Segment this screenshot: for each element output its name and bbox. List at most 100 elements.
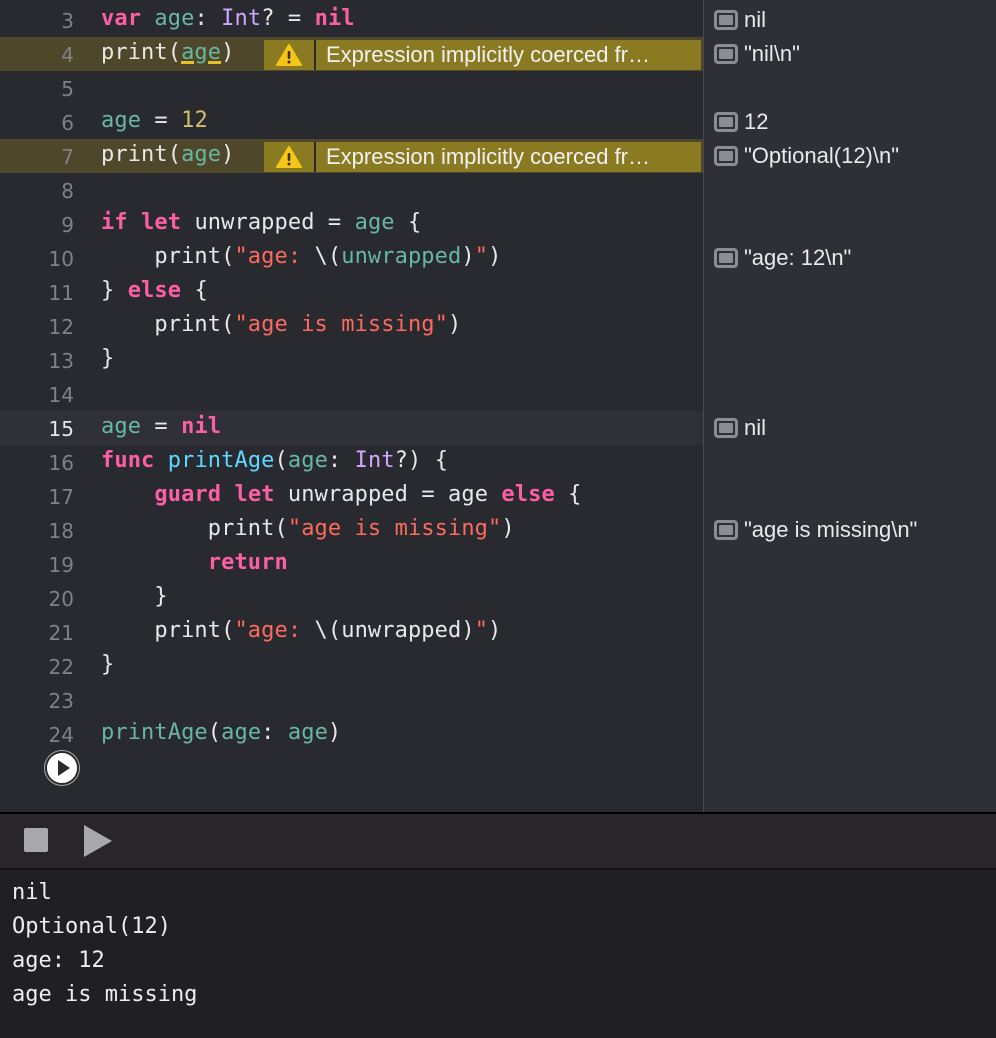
code-token: age [181,40,222,65]
line-number: 16 [48,451,74,475]
line-number: 12 [48,315,74,339]
code-line[interactable]: 17 guard let unwrapped = age else { [0,479,703,513]
line-number: 7 [61,145,74,169]
code-line[interactable]: 18 print("age is missing") [0,513,703,547]
code-line[interactable]: 3 var age: Int? = nil [0,3,703,37]
warning-banner[interactable]: Expression implicitly coerced fr… [264,142,701,172]
results-sidebar: nil "nil\n" 12 "Optional(12)\n" "age: 12\n" n… [703,0,996,812]
code-line[interactable]: 10 print("age: \(unwrapped)") [0,241,703,275]
result-item[interactable]: "Optional(12)\n" [714,141,899,171]
code-text[interactable]: print(age) [101,40,234,65]
code-text[interactable]: } [101,584,168,609]
code-text[interactable]: print("age: \(unwrapped)") [101,618,501,643]
code-token: nil [314,6,355,31]
line-number: 15 [48,417,74,441]
code-token: func [101,448,155,473]
code-text[interactable]: if let unwrapped = age { [101,210,421,235]
code-line[interactable]: 7 print(age) Expression implicitly coerced… [0,139,703,173]
code-line[interactable]: 21 print("age: \(unwrapped)") [0,615,703,649]
code-text[interactable]: print("age is missing") [101,312,461,337]
code-line[interactable]: 24 printAge(age: age) [0,717,703,751]
code-line[interactable]: 16 func printAge(age: Int?) { [0,445,703,479]
code-line[interactable]: 5 [0,71,703,105]
code-token: age [221,720,262,745]
code-token: print( [101,618,235,643]
code-token: ) [221,40,235,65]
result-item[interactable]: 12 [714,107,768,137]
code-token: ) [501,516,515,541]
code-text[interactable]: func printAge(age: Int?) { [101,448,448,473]
result-item[interactable]: nil [714,5,766,35]
code-line[interactable]: 14 [0,377,703,411]
result-item[interactable]: nil [714,413,766,443]
code-line[interactable]: 6 age = 12 [0,105,703,139]
quick-look-icon[interactable] [714,418,738,438]
code-text[interactable]: print("age is missing") [101,516,515,541]
code-token: else [501,482,555,507]
quick-look-icon[interactable] [714,10,738,30]
code-line[interactable]: 13} [0,343,703,377]
warning-banner[interactable]: Expression implicitly coerced fr… [264,40,701,70]
code-text[interactable]: } else { [101,278,208,303]
stop-icon[interactable] [24,828,48,852]
code-text[interactable]: age = nil [101,414,221,439]
result-item[interactable]: "age is missing\n" [714,515,917,545]
warning-message: Expression implicitly coerced fr… [326,144,650,169]
code-token: print( [101,142,182,167]
code-line[interactable]: 15 age = nil [0,411,703,445]
line-number: 21 [48,621,74,645]
code-token: "age is missing" [234,312,448,337]
play-icon[interactable] [84,825,112,857]
result-value: "nil\n" [744,41,800,66]
quick-look-icon[interactable] [714,520,738,540]
quick-look-icon[interactable] [714,248,738,268]
result-item[interactable]: "nil\n" [714,39,800,69]
warning-triangle-icon[interactable] [264,142,316,172]
code-text[interactable]: printAge(age: age) [101,720,341,745]
line-number: 19 [48,553,74,577]
playground-window: 3 var age: Int? = nil 4 print(age) Expressio… [0,0,996,1038]
debug-toolbar [0,814,996,870]
code-text[interactable]: } [101,652,114,677]
code-token: guard [154,482,222,507]
quick-look-icon[interactable] [714,112,738,132]
quick-look-icon[interactable] [714,44,738,64]
code-token: print( [101,516,288,541]
quick-look-icon[interactable] [714,146,738,166]
code-line[interactable]: 19 return [0,547,703,581]
code-text[interactable]: guard let unwrapped = age else { [101,482,582,507]
code-line[interactable]: 23 [0,683,703,717]
code-token: nil [181,414,222,439]
code-text[interactable]: } [101,346,114,371]
line-number: 10 [48,247,74,271]
code-token: return [207,550,288,575]
code-token: print( [101,244,235,269]
code-token: ( [274,448,288,473]
code-text[interactable]: print("age: \(unwrapped)") [101,244,501,269]
code-line[interactable]: 4 print(age) Expression implicitly coerced… [0,37,703,71]
line-number: 8 [61,179,74,203]
code-line[interactable]: 9 if let unwrapped = age { [0,207,703,241]
code-editor[interactable]: 3 var age: Int? = nil 4 print(age) Expressio… [0,0,703,812]
run-gutter-icon[interactable] [45,751,79,785]
code-line[interactable]: 12 print("age is missing") [0,309,703,343]
code-token: print( [101,40,182,65]
result-value: "age is missing\n" [744,517,918,542]
code-line[interactable]: 20 } [0,581,703,615]
warning-triangle-icon[interactable] [264,40,316,70]
code-line[interactable]: 8 [0,173,703,207]
code-text[interactable]: return [101,550,288,575]
line-number: 14 [48,383,74,407]
code-text[interactable]: age = 12 [101,108,208,133]
result-value: "age: 12\n" [744,245,852,270]
line-number: 9 [61,213,74,237]
result-item[interactable]: "age: 12\n" [714,243,851,273]
code-line[interactable]: 22} [0,649,703,683]
code-text[interactable]: print(age) [101,142,234,167]
code-text[interactable]: var age: Int? = nil [101,6,355,31]
code-line[interactable]: 11} else { [0,275,703,309]
console-line: age: 12 [12,948,105,973]
line-number: 22 [48,655,74,679]
